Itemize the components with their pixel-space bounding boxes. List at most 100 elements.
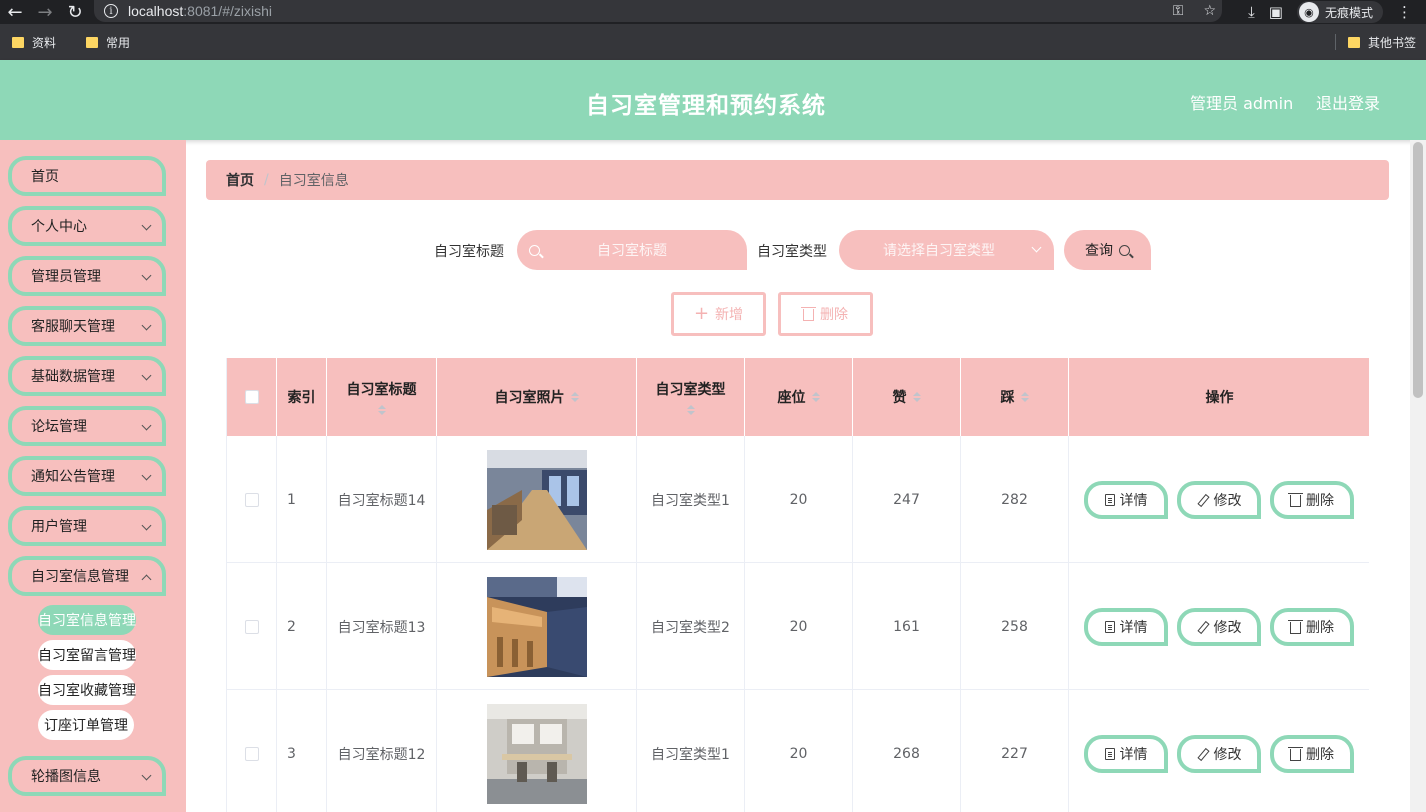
column-header-likes[interactable]: 赞: [853, 358, 961, 436]
sidebar-subitem-room-favorites[interactable]: 自习室收藏管理: [38, 675, 136, 705]
sort-caret-icon[interactable]: [912, 392, 921, 402]
sidebar-item-label: 首页: [31, 169, 59, 185]
row-checkbox[interactable]: [244, 746, 259, 761]
detail-button[interactable]: 详情: [1084, 481, 1168, 519]
sort-caret-icon[interactable]: [570, 392, 579, 402]
sidebar-item-label: 论坛管理: [31, 419, 87, 435]
sidebar-item-label: 通知公告管理: [31, 469, 115, 485]
reload-icon[interactable]: ↻: [60, 0, 90, 24]
seats-cell: 20: [745, 436, 853, 563]
sidebar-item-personal-center[interactable]: 个人中心: [8, 206, 166, 246]
sort-caret-icon[interactable]: [811, 392, 820, 402]
detail-button[interactable]: 详情: [1084, 608, 1168, 646]
study-room-photo[interactable]: [486, 703, 587, 804]
sidebar-item-study-room-info[interactable]: 自习室信息管理: [8, 556, 166, 596]
bookmarks-bar: 资料 常用 其他书签: [0, 24, 1426, 60]
column-header-label: 赞: [892, 390, 907, 406]
title-search-input[interactable]: 自习室标题: [517, 230, 747, 270]
sort-caret-icon[interactable]: [686, 405, 695, 415]
select-all-checkbox[interactable]: [244, 390, 259, 404]
sidebar-item-label: 管理员管理: [31, 269, 101, 285]
query-button[interactable]: 查询: [1064, 230, 1151, 270]
back-arrow-icon[interactable]: ←: [0, 0, 30, 24]
incognito-icon: ◉: [1298, 2, 1319, 22]
side-panel-icon[interactable]: ▣: [1269, 3, 1283, 21]
bookmark-label: 常用: [106, 35, 131, 50]
batch-delete-button[interactable]: 删除: [778, 292, 873, 336]
row-checkbox[interactable]: [244, 619, 259, 634]
column-header-photo[interactable]: 自习室照片: [437, 358, 637, 436]
actions-cell: 详情 修改 删除: [1069, 563, 1369, 690]
sidebar-subitem-seat-orders[interactable]: 订座订单管理: [38, 710, 134, 740]
type-cell: 自习室类型2: [637, 563, 745, 690]
address-bar[interactable]: i localhost:8081/#/zixishi ⚿ ☆: [94, 0, 1222, 22]
sidebar-item-forum[interactable]: 论坛管理: [8, 406, 166, 446]
incognito-badge[interactable]: ◉ 无痕模式: [1296, 1, 1383, 23]
download-icon[interactable]: ⤓: [1248, 3, 1255, 21]
delete-button[interactable]: 删除: [1270, 608, 1354, 646]
study-room-photo[interactable]: [486, 576, 587, 677]
sidebar-item-chat-management[interactable]: 客服聊天管理: [8, 306, 166, 346]
sidebar-item-label: 用户管理: [31, 519, 87, 535]
url-path: :8081/#/zixishi: [183, 3, 272, 19]
type-select[interactable]: 请选择自习室类型: [839, 230, 1054, 270]
photo-cell: [437, 436, 637, 563]
page-scrollbar[interactable]: [1410, 140, 1426, 812]
breadcrumb-separator: /: [264, 172, 269, 188]
detail-button-label: 详情: [1119, 620, 1148, 636]
sidebar-item-notices[interactable]: 通知公告管理: [8, 456, 166, 496]
key-icon[interactable]: ⚿: [1173, 3, 1184, 19]
likes-cell: 247: [853, 436, 961, 563]
folder-icon: [86, 36, 99, 48]
browser-menu-icon[interactable]: ⋮: [1397, 3, 1412, 21]
column-header-title[interactable]: 自习室标题: [327, 358, 437, 436]
add-button[interactable]: + 新增: [671, 292, 766, 336]
delete-button[interactable]: 删除: [1270, 481, 1354, 519]
detail-button[interactable]: 详情: [1084, 735, 1168, 773]
chevron-down-icon: [141, 470, 152, 481]
site-info-icon[interactable]: i: [104, 4, 118, 18]
type-select-placeholder: 请选择自习室类型: [883, 243, 995, 259]
sidebar-item-users[interactable]: 用户管理: [8, 506, 166, 546]
scrollbar-thumb[interactable]: [1413, 142, 1423, 398]
logout-link[interactable]: 退出登录: [1316, 90, 1380, 114]
forward-arrow-icon[interactable]: →: [30, 0, 60, 24]
row-select-cell: [227, 690, 277, 812]
column-header-seats[interactable]: 座位: [745, 358, 853, 436]
study-room-photo[interactable]: [486, 449, 587, 550]
delete-button-label: 删除: [1306, 747, 1334, 763]
sidebar-subitem-room-info[interactable]: 自习室信息管理: [38, 605, 136, 635]
type-cell: 自习室类型1: [637, 436, 745, 563]
column-header-dislikes[interactable]: 踩: [961, 358, 1069, 436]
bookmark-folder-ziliao[interactable]: 资料: [12, 34, 56, 51]
chevron-down-icon: [141, 420, 152, 431]
edit-button-label: 修改: [1213, 620, 1242, 636]
folder-icon: [1347, 36, 1360, 48]
sidebar-item-carousel[interactable]: 轮播图信息: [8, 756, 166, 796]
star-icon[interactable]: ☆: [1203, 3, 1216, 19]
address-url: localhost:8081/#/zixishi: [128, 3, 272, 19]
bookmark-folder-other[interactable]: 其他书签: [1347, 34, 1416, 51]
document-icon: [1104, 494, 1115, 506]
row-checkbox[interactable]: [244, 492, 259, 507]
sidebar-item-home[interactable]: 首页: [8, 156, 166, 196]
edit-button[interactable]: 修改: [1177, 481, 1261, 519]
type-cell: 自习室类型1: [637, 690, 745, 812]
edit-button-label: 修改: [1213, 493, 1242, 509]
delete-button[interactable]: 删除: [1270, 735, 1354, 773]
document-icon: [1104, 621, 1115, 633]
sidebar-subitem-room-messages[interactable]: 自习室留言管理: [38, 640, 136, 670]
edit-button[interactable]: 修改: [1177, 735, 1261, 773]
sidebar-item-base-data[interactable]: 基础数据管理: [8, 356, 166, 396]
edit-button[interactable]: 修改: [1177, 608, 1261, 646]
bookmark-folder-changyong[interactable]: 常用: [86, 34, 130, 51]
column-header-type[interactable]: 自习室类型: [637, 358, 745, 436]
breadcrumb-home[interactable]: 首页: [226, 170, 254, 190]
sort-caret-icon[interactable]: [377, 405, 386, 415]
sort-caret-icon[interactable]: [1020, 392, 1029, 402]
search-icon: [1119, 244, 1130, 256]
batch-delete-label: 删除: [820, 307, 848, 323]
photo-cell: [437, 563, 637, 690]
edit-icon: [1197, 494, 1209, 506]
sidebar-item-admin-management[interactable]: 管理员管理: [8, 256, 166, 296]
